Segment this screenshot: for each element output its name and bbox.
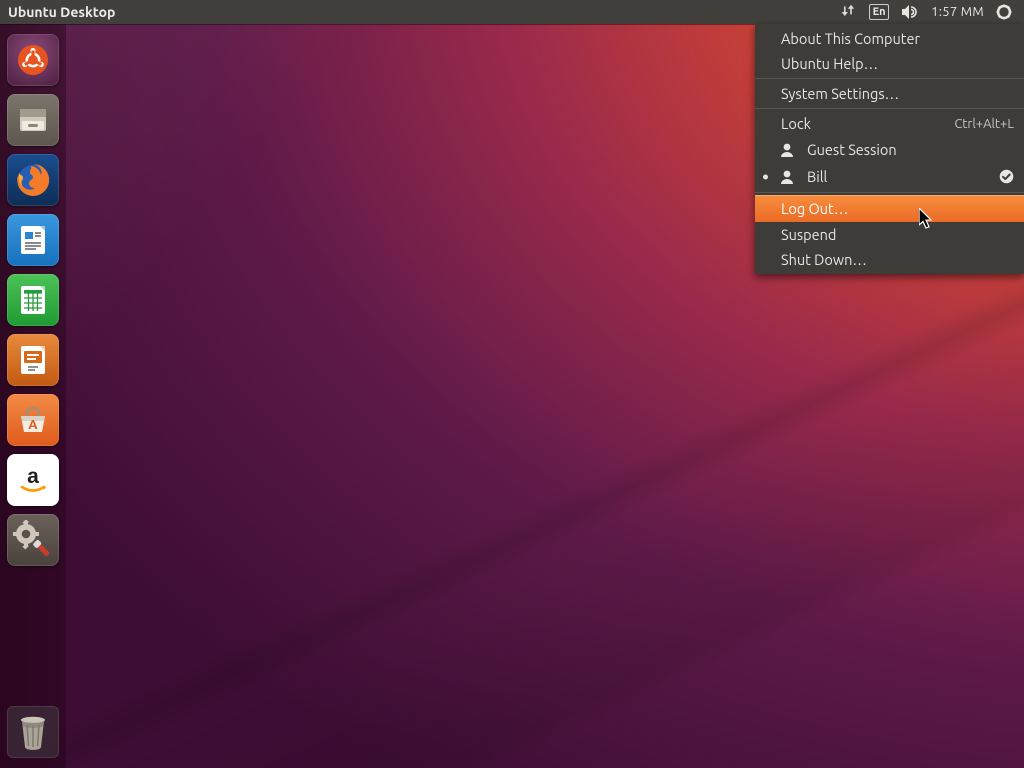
software-icon: A [13,400,53,440]
launcher-dash[interactable] [7,34,59,86]
menu-help-label: Ubuntu Help… [781,55,878,72]
menu-lock[interactable]: Lock Ctrl+Alt+L [755,111,1024,136]
menu-system-settings[interactable]: System Settings… [755,81,1024,106]
session-menu: About This Computer Ubuntu Help… System … [755,24,1024,274]
menu-separator [755,192,1024,193]
files-icon [13,100,53,140]
menu-guest-session[interactable]: Guest Session [755,136,1024,163]
launcher-settings[interactable] [7,514,59,566]
person-icon [779,142,795,158]
menu-current-user[interactable]: Bill [755,163,1024,190]
launcher-firefox[interactable] [7,154,59,206]
menu-lock-shortcut: Ctrl+Alt+L [954,117,1014,131]
writer-icon [14,221,52,259]
menu-suspend-label: Suspend [781,226,836,243]
menu-about-label: About This Computer [781,30,920,47]
menu-help[interactable]: Ubuntu Help… [755,51,1024,76]
menu-current-user-label: Bill [807,168,827,185]
menu-shutdown-label: Shut Down… [781,251,867,268]
person-icon [779,169,795,185]
launcher-software[interactable]: A [7,394,59,446]
launcher-amazon[interactable]: a [7,454,59,506]
firefox-icon [12,159,54,201]
calc-icon [14,281,52,319]
launcher-trash[interactable] [7,706,59,758]
svg-text:A: A [28,418,38,432]
clock[interactable]: 1:57 ΜΜ [925,0,990,24]
check-badge-icon [999,169,1014,184]
language-indicator[interactable]: En [863,0,895,24]
launcher-impress[interactable] [7,334,59,386]
impress-icon [14,341,52,379]
menu-separator [755,108,1024,109]
settings-icon [13,520,53,560]
dash-icon [13,40,53,80]
svg-text:a: a [27,465,39,488]
menu-shutdown[interactable]: Shut Down… [755,247,1024,272]
menu-about[interactable]: About This Computer [755,26,1024,51]
gear-icon [996,4,1012,20]
launcher: A a [0,24,66,768]
menu-lock-label: Lock [781,115,811,132]
launcher-files[interactable] [7,94,59,146]
session-indicator[interactable] [990,0,1018,24]
launcher-writer[interactable] [7,214,59,266]
launcher-calc[interactable] [7,274,59,326]
panel-title: Ubuntu Desktop [8,4,115,20]
sound-indicator[interactable] [895,0,925,24]
menu-logout[interactable]: Log Out… [755,195,1024,222]
network-indicator[interactable] [835,0,863,24]
network-icon [841,4,857,20]
top-panel: Ubuntu Desktop En 1:57 ΜΜ [0,0,1024,24]
menu-guest-label: Guest Session [807,141,897,158]
language-label: En [869,4,889,20]
menu-suspend[interactable]: Suspend [755,222,1024,247]
menu-system-settings-label: System Settings… [781,85,899,102]
volume-icon [901,4,919,20]
trash-icon [14,711,52,753]
menu-logout-label: Log Out… [781,200,848,217]
amazon-icon: a [13,460,53,500]
active-bullet-icon [763,174,768,179]
menu-separator [755,78,1024,79]
